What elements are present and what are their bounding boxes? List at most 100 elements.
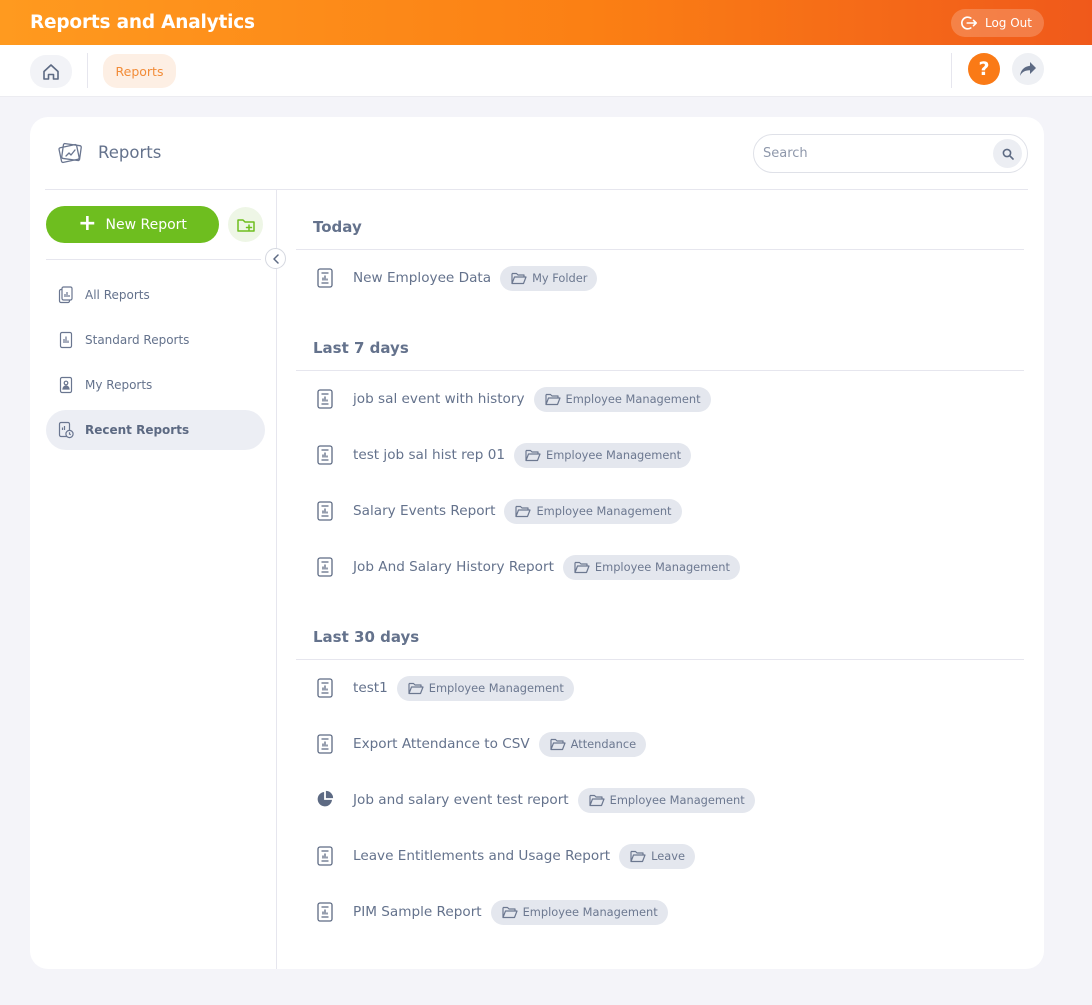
report-row[interactable]: PIM Sample Report Employee Management	[296, 884, 1024, 940]
new-report-button[interactable]: + New Report	[46, 206, 219, 243]
divider	[951, 53, 952, 88]
folder-name: Employee Management	[428, 681, 564, 695]
report-section: Last 30 days test1 Employee Management Expo…	[296, 618, 1024, 940]
report-section: Last 7 days job sal event with history Emp…	[296, 329, 1024, 595]
sidebar-item-label: Recent Reports	[85, 423, 190, 437]
report-name[interactable]: New Employee Data	[353, 270, 491, 286]
new-report-label: New Report	[105, 216, 187, 233]
report-row[interactable]: Job and salary event test report Employee…	[296, 772, 1024, 828]
sidebar-item-recent-reports[interactable]: Recent Reports	[46, 410, 265, 450]
folder-icon	[550, 738, 566, 751]
header-divider	[45, 189, 1028, 190]
report-icon	[316, 557, 334, 577]
report-name[interactable]: job sal event with history	[353, 391, 525, 407]
pie-chart-icon	[316, 790, 334, 810]
folder-tag[interactable]: Employee Management	[514, 442, 692, 468]
folder-tag[interactable]: Attendance	[538, 731, 647, 757]
share-button[interactable]	[1012, 53, 1044, 85]
card-title: Reports	[98, 143, 162, 162]
chevron-left-icon	[272, 253, 279, 264]
folder-tag[interactable]: Employee Management	[562, 554, 740, 580]
report-icon	[316, 678, 334, 698]
navigation-bar: Reports ?	[0, 45, 1092, 97]
report-name[interactable]: test1	[353, 680, 388, 696]
report-row[interactable]: test1 Employee Management	[296, 660, 1024, 716]
logout-button[interactable]: Log Out	[950, 8, 1044, 37]
folder-icon	[525, 449, 541, 462]
report-row[interactable]: Leave Entitlements and Usage Report Leave	[296, 828, 1024, 884]
sidebar-item-label: Standard Reports	[85, 333, 190, 347]
reports-icon	[58, 142, 82, 164]
folder-tag[interactable]: Employee Management	[490, 899, 668, 925]
sidebar-item-all-reports[interactable]: All Reports	[46, 275, 265, 315]
report-icon	[316, 501, 334, 521]
folder-tag[interactable]: Employee Management	[533, 386, 711, 412]
share-icon	[1020, 62, 1036, 76]
sidebar-divider-line	[46, 259, 261, 260]
sidebar-divider	[276, 190, 277, 969]
folder-tag[interactable]: Leave	[619, 843, 696, 869]
help-button[interactable]: ?	[968, 53, 1000, 85]
new-folder-button[interactable]	[228, 207, 263, 242]
folder-name: Employee Management	[536, 504, 672, 518]
report-name[interactable]: Export Attendance to CSV	[353, 736, 530, 752]
folder-tag[interactable]: My Folder	[500, 265, 598, 291]
report-row[interactable]: Salary Events Report Employee Management	[296, 483, 1024, 539]
card-header: Reports	[30, 117, 1044, 189]
report-name[interactable]: PIM Sample Report	[353, 904, 482, 920]
search-box	[753, 134, 1028, 173]
report-icon	[316, 734, 334, 754]
report-name[interactable]: Job And Salary History Report	[353, 559, 554, 575]
folder-add-icon	[236, 218, 255, 232]
logout-label: Log Out	[984, 15, 1032, 30]
folder-name: Attendance	[570, 737, 637, 751]
report-icon	[316, 902, 334, 922]
report-row[interactable]: Export Attendance to CSV Attendance	[296, 716, 1024, 772]
reports-card: Reports + New Report	[30, 117, 1044, 969]
folder-name: Employee Management	[546, 448, 682, 462]
report-icon	[316, 389, 334, 409]
folder-icon	[544, 393, 561, 406]
report-name[interactable]: Leave Entitlements and Usage Report	[353, 848, 610, 864]
folder-name: Leave	[651, 849, 686, 863]
folder-tag[interactable]: Employee Management	[396, 675, 574, 701]
my-reports-icon	[59, 376, 73, 394]
search-input[interactable]	[763, 146, 983, 161]
report-name[interactable]: Job and salary event test report	[353, 792, 569, 808]
standard-reports-icon	[59, 331, 73, 349]
folder-tag[interactable]: Employee Management	[577, 787, 755, 813]
app-title: Reports and Analytics	[30, 12, 255, 33]
folder-name: Employee Management	[594, 560, 730, 574]
all-reports-icon	[58, 286, 73, 304]
folder-icon	[502, 906, 518, 919]
sidebar-item-label: My Reports	[85, 378, 153, 392]
section-title: Today	[313, 218, 362, 236]
plus-icon: +	[78, 210, 97, 236]
report-name[interactable]: Salary Events Report	[353, 503, 495, 519]
report-row[interactable]: test job sal hist rep 01 Employee Managem…	[296, 427, 1024, 483]
folder-name: Employee Management	[522, 905, 658, 919]
home-button[interactable]	[30, 55, 72, 88]
section-title: Last 7 days	[313, 339, 409, 357]
folder-icon	[574, 561, 590, 574]
report-row[interactable]: Job And Salary History Report Employee Ma…	[296, 539, 1024, 595]
collapse-sidebar-button[interactable]	[265, 248, 286, 269]
breadcrumb-reports[interactable]: Reports	[103, 54, 176, 88]
folder-icon	[589, 794, 605, 807]
folder-icon	[511, 272, 527, 285]
report-row[interactable]: job sal event with history Employee Manag…	[296, 371, 1024, 427]
sidebar-item-standard-reports[interactable]: Standard Reports	[46, 320, 265, 360]
folder-tag[interactable]: Employee Management	[504, 498, 682, 524]
report-icon	[316, 846, 334, 866]
sidebar-item-my-reports[interactable]: My Reports	[46, 365, 265, 405]
search-button[interactable]	[993, 139, 1022, 168]
report-name[interactable]: test job sal hist rep 01	[353, 447, 505, 463]
divider	[87, 53, 88, 88]
report-row[interactable]: New Employee Data My Folder	[296, 250, 1024, 306]
folder-name: Employee Management	[609, 793, 745, 807]
folder-name: My Folder	[532, 271, 588, 285]
folder-icon	[515, 505, 532, 518]
sidebar-nav: All Reports Standard Reports My Reports …	[46, 275, 265, 455]
folder-name: Employee Management	[565, 392, 701, 406]
recent-reports-icon	[58, 421, 74, 439]
